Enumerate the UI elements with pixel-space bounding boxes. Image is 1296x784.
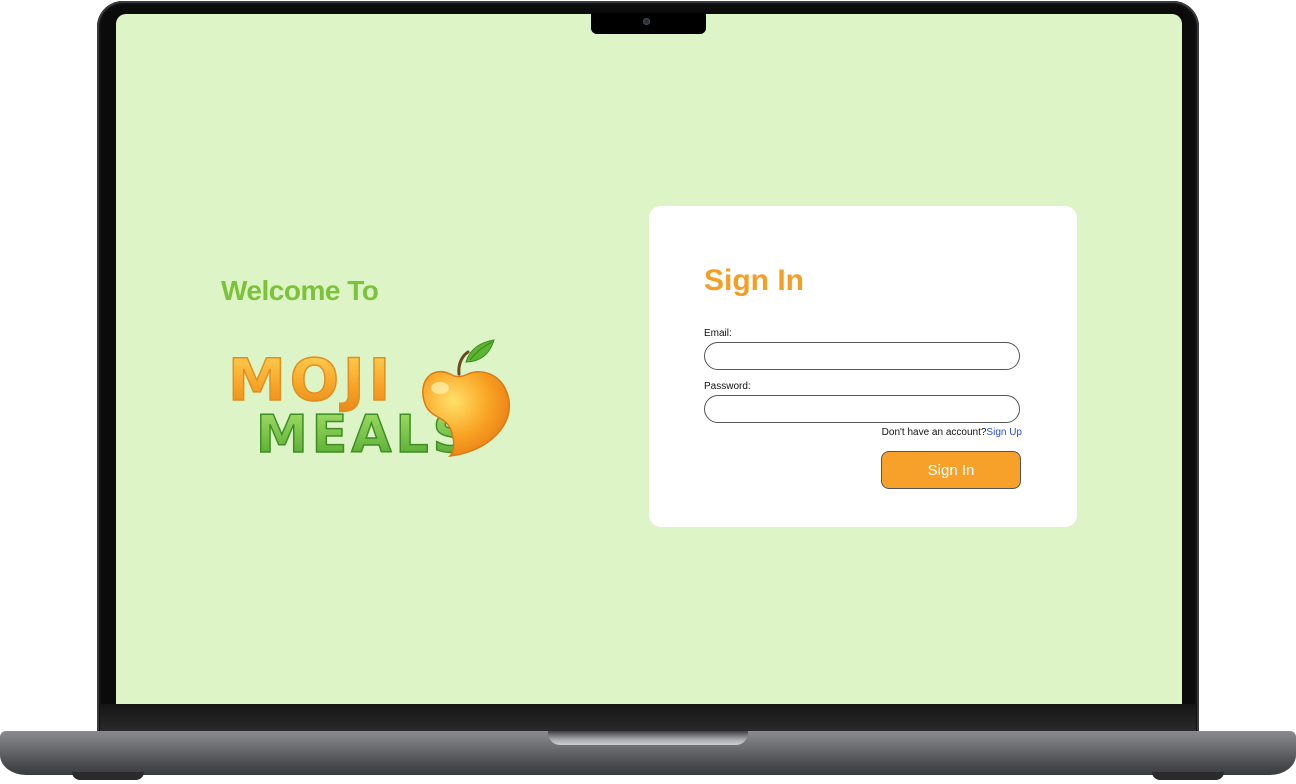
laptop-foot-left [72, 772, 144, 780]
email-label: Email: [704, 328, 732, 339]
welcome-heading: Welcome To [221, 275, 379, 306]
sign-in-card: Sign In Email: Password: Don't have an a… [649, 206, 1077, 527]
camera-icon [643, 18, 650, 25]
moji-meals-logo: MOJI MEALS [227, 339, 511, 459]
no-account-text: Don't have an account? [881, 427, 987, 438]
laptop-foot-right [1152, 772, 1224, 780]
laptop-bezel-chin [100, 704, 1196, 732]
camera-notch [591, 13, 706, 34]
password-field[interactable] [704, 395, 1020, 423]
email-field[interactable] [704, 342, 1020, 370]
sign-in-button[interactable]: Sign In [881, 451, 1021, 489]
sign-in-title: Sign In [704, 264, 804, 297]
laptop-opening-notch [548, 731, 748, 745]
laptop-screen: Welcome To MOJI MEALS Sign In Email: Pas… [116, 14, 1182, 704]
logo-word-moji: MOJI [228, 346, 394, 414]
laptop-mockup: Welcome To MOJI MEALS Sign In Email: Pas… [0, 0, 1296, 784]
sign-up-link[interactable]: Sign Up [986, 427, 1022, 438]
password-label: Password: [704, 381, 751, 392]
signup-prompt: Don't have an account?Sign Up [882, 427, 1022, 438]
